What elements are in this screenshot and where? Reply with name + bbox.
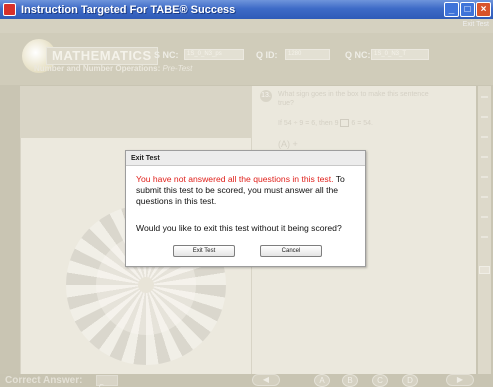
dartboard-bullseye bbox=[138, 277, 154, 293]
previous-button[interactable]: ◀ bbox=[252, 374, 280, 386]
dialog-warning-text: You have not answered all the questions … bbox=[136, 174, 334, 184]
snc-label: S NC: bbox=[154, 50, 179, 60]
test-type: Pre-Test bbox=[162, 64, 193, 73]
qnc-label: Q NC: bbox=[345, 50, 371, 60]
section-subtitle: Number and Number Operations: Pre-Test bbox=[34, 64, 193, 73]
exit-test-link[interactable]: Exit Test bbox=[463, 21, 489, 28]
correct-answer-field: C bbox=[96, 375, 118, 387]
correct-answer-label: Correct Answer: bbox=[5, 375, 83, 386]
qid-value: 1280 bbox=[285, 49, 330, 60]
app-icon bbox=[3, 3, 16, 16]
scroll-thumb[interactable] bbox=[479, 266, 490, 274]
answer-bar: Correct Answer: C ◀ A B C D ▶ bbox=[0, 374, 493, 387]
window-titlebar: Instruction Targeted For TABE® Success _… bbox=[0, 0, 493, 19]
exit-test-dialog: Exit Test You have not answered all the … bbox=[125, 150, 366, 267]
scroll-tick bbox=[481, 176, 488, 178]
test-header: MATHEMATICS S NC: 1S_0_N3_ps Q ID: 1280 … bbox=[0, 33, 493, 85]
question-number: 13. bbox=[260, 90, 272, 102]
scroll-tick bbox=[481, 116, 488, 118]
dialog-message: You have not answered all the questions … bbox=[136, 174, 362, 207]
equation-left: If 54 ÷ 9 = 6, then 9 bbox=[278, 120, 339, 127]
scroll-tick bbox=[481, 216, 488, 218]
qid-label: Q ID: bbox=[256, 50, 278, 60]
dialog-question: Would you like to exit this test without… bbox=[136, 223, 342, 233]
right-scrollbar[interactable] bbox=[478, 86, 491, 386]
image-panel-header bbox=[20, 86, 252, 138]
next-button[interactable]: ▶ bbox=[446, 374, 474, 386]
scroll-tick bbox=[481, 236, 488, 238]
window-controls: _ □ × bbox=[444, 2, 491, 17]
maximize-button[interactable]: □ bbox=[460, 2, 475, 17]
top-strip: Exit Test bbox=[0, 19, 493, 33]
option-b-button[interactable]: B bbox=[342, 374, 358, 387]
cancel-button[interactable]: Cancel bbox=[260, 245, 322, 257]
question-text-line1: What sign goes in the box to make this s… bbox=[278, 91, 429, 98]
section-name: Number and Number Operations bbox=[34, 64, 158, 73]
close-button[interactable]: × bbox=[476, 2, 491, 17]
answer-blank-box bbox=[340, 119, 350, 128]
question-equation: If 54 ÷ 9 = 6, then 9 6 = 54. bbox=[278, 119, 373, 128]
snc-value: 1S_0_N3_ps bbox=[184, 49, 244, 60]
scroll-tick bbox=[481, 156, 488, 158]
minimize-button[interactable]: _ bbox=[444, 2, 459, 17]
option-a-button[interactable]: A bbox=[314, 374, 330, 387]
question-text-line2: true? bbox=[278, 100, 294, 107]
option-a-text[interactable]: (A) + bbox=[278, 140, 298, 149]
exit-test-button[interactable]: Exit Test bbox=[173, 245, 235, 257]
subject-tab: MATHEMATICS bbox=[46, 47, 158, 65]
scroll-tick bbox=[481, 96, 488, 98]
window-title: Instruction Targeted For TABE® Success bbox=[21, 3, 236, 16]
equation-right: 6 = 54. bbox=[351, 120, 373, 127]
dialog-title: Exit Test bbox=[126, 151, 365, 166]
option-d-button[interactable]: D bbox=[402, 374, 418, 387]
qnc-value: 1S_0_N3_T bbox=[371, 49, 429, 60]
scroll-tick bbox=[481, 196, 488, 198]
option-c-button[interactable]: C bbox=[372, 374, 388, 387]
scroll-tick bbox=[481, 136, 488, 138]
